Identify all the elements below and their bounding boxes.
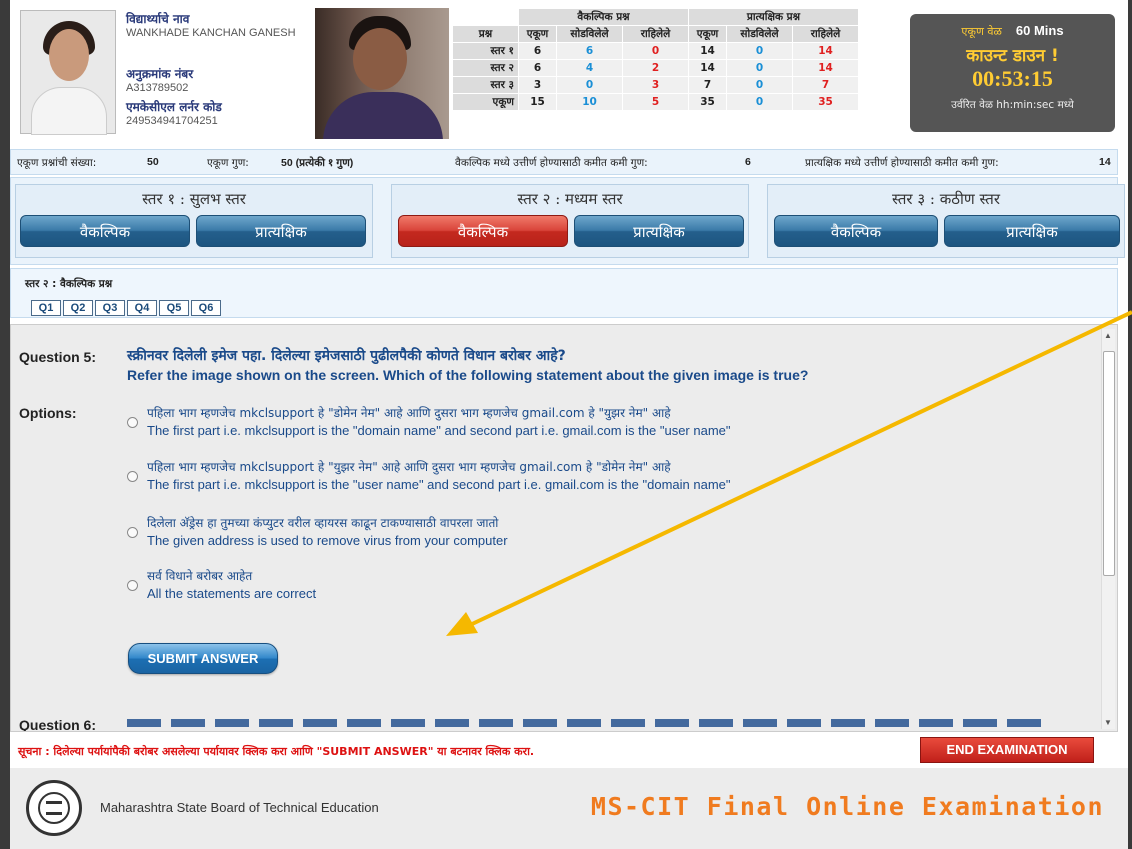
total-time-label: एकूण वेळ — [961, 25, 1002, 38]
webcam-feed — [315, 8, 449, 139]
time-format-note: उर्वरित वेळ hh:min:sec मध्ये — [951, 99, 1074, 111]
scroll-up-icon[interactable]: ▲ — [1104, 331, 1112, 340]
question-button-4[interactable]: Q4 — [127, 300, 157, 316]
options-label: Options: — [19, 405, 77, 421]
student-name: WANKHADE KANCHAN GANESH — [126, 27, 296, 39]
level-1-practical-button[interactable]: प्रात्यक्षिक — [196, 215, 366, 247]
question-navigator: स्तर २ : वैकल्पिक प्रश्न Q1 Q2 Q3 Q4 Q5 Q6 — [10, 268, 1118, 318]
question-button-3[interactable]: Q3 — [95, 300, 125, 316]
total-marks-label: एकूण गुण: — [207, 157, 249, 169]
level-1-panel: स्तर १ : सुलभ स्तर वैकल्पिक प्रात्यक्षिक — [15, 184, 373, 258]
time-remaining: 00:53:15 — [972, 66, 1053, 91]
instruction-bar: सूचना : दिलेल्या पर्यायांपैकी बरोबर असले… — [10, 735, 1118, 765]
level-1-title: स्तर १ : सुलभ स्तर — [142, 190, 246, 208]
level-2-panel: स्तर २ : मध्यम स्तर वैकल्पिक प्रात्यक्षि… — [391, 184, 749, 258]
practical-pass-marks: 14 — [1099, 156, 1111, 168]
level-3-mcq-button[interactable]: वैकल्पिक — [774, 215, 938, 247]
question-button-1[interactable]: Q1 — [31, 300, 61, 316]
mcq-pass-label: वैकल्पिक मध्ये उत्तीर्ण होण्यासाठी कमीत … — [455, 157, 648, 169]
name-label: विद्यार्थ्याचे नाव — [126, 12, 190, 26]
practical-pass-label: प्रात्यक्षिक मध्ये उत्तीर्ण होण्यासाठी क… — [805, 157, 999, 169]
countdown-timer: एकूण वेळ 60 Mins काउन्ट डाउन ! 00:53:15 उ… — [910, 14, 1115, 132]
question-text-english: Refer the image shown on the screen. Whi… — [127, 367, 809, 383]
level-selector: स्तर १ : सुलभ स्तर वैकल्पिक प्रात्यक्षिक… — [10, 177, 1125, 265]
question-number: Question 5: — [19, 349, 97, 365]
msbte-logo — [26, 780, 82, 836]
question-panel[interactable]: Question 5: स्क्रीनवर दिलेली इमेज पहा. द… — [10, 324, 1118, 732]
option-3[interactable]: दिलेला अ‍ॅड्रेस हा तुमच्या कंप्युटर वरील… — [127, 515, 1027, 549]
level-2-title: स्तर २ : मध्यम स्तर — [517, 190, 623, 208]
student-info: विद्यार्थ्याचे नाव WANKHADE KANCHAN GANE… — [126, 10, 316, 127]
end-examination-button[interactable]: END EXAMINATION — [920, 737, 1094, 763]
stats-row: स्तर २ 6 4 2 14 0 14 — [452, 59, 859, 77]
total-time: 60 Mins — [1015, 23, 1064, 38]
question-text-marathi: स्क्रीनवर दिलेली इमेज पहा. दिलेल्या इमेज… — [127, 348, 566, 364]
level-3-title: स्तर ३ : कठीण स्तर — [892, 190, 1000, 208]
option-1-radio[interactable] — [127, 417, 138, 428]
next-question-label: Question 6: — [19, 717, 97, 732]
code-label: एमकेसीएल लर्नर कोड — [126, 100, 222, 114]
question-nav-caption: स्तर २ : वैकल्पिक प्रश्न — [25, 278, 113, 290]
exam-window: विद्यार्थ्याचे नाव WANKHADE KANCHAN GANE… — [10, 0, 1128, 849]
learner-code: 249534941704251 — [126, 115, 218, 127]
question-button-5[interactable]: Q5 — [159, 300, 189, 316]
stats-col-q: प्रश्न — [452, 25, 519, 43]
exam-brand-title: MS-CIT Final Online Examination — [590, 792, 1104, 821]
option-2-radio[interactable] — [127, 471, 138, 482]
scroll-thumb[interactable] — [1103, 351, 1115, 576]
stats-total-row: एकूण 15 10 5 35 0 35 — [452, 93, 859, 111]
question-text: स्क्रीनवर दिलेली इमेज पहा. दिलेल्या इमेज… — [127, 347, 1087, 385]
total-marks: 50 (प्रत्येकी १ गुण) — [281, 157, 354, 169]
instruction-text: सूचना : दिलेल्या पर्यायांपैकी बरोबर असले… — [18, 745, 535, 758]
level-3-panel: स्तर ३ : कठीण स्तर वैकल्पिक प्रात्यक्षिक — [767, 184, 1125, 258]
scroll-down-icon[interactable]: ▼ — [1104, 718, 1112, 727]
next-question-text-clipped — [127, 719, 1047, 727]
total-questions: 50 — [147, 156, 159, 168]
submit-answer-button[interactable]: SUBMIT ANSWER — [128, 643, 278, 674]
exam-summary-bar: एकूण प्रश्नांची संख्या: 50 एकूण गुण: 50 … — [10, 149, 1118, 175]
header: विद्यार्थ्याचे नाव WANKHADE KANCHAN GANE… — [10, 0, 1128, 145]
option-3-radio[interactable] — [127, 527, 138, 538]
level-2-mcq-button[interactable]: वैकल्पिक — [398, 215, 568, 247]
stats-group-practical: प्रात्यक्षिक प्रश्न — [688, 8, 859, 26]
roll-number: A313789502 — [126, 82, 189, 94]
level-3-practical-button[interactable]: प्रात्यक्षिक — [944, 215, 1120, 247]
question-stats-table: वैकल्पिक प्रश्न प्रात्यक्षिक प्रश्न प्रश… — [452, 8, 859, 111]
option-4-radio[interactable] — [127, 580, 138, 591]
roll-label: अनुक्रमांक नंबर — [126, 67, 194, 81]
board-name: Maharashtra State Board of Technical Edu… — [100, 800, 379, 815]
student-photo — [20, 10, 116, 135]
footer: Maharashtra State Board of Technical Edu… — [10, 768, 1128, 849]
countdown-label: काउन्ट डाउन ! — [966, 46, 1059, 66]
level-2-practical-button[interactable]: प्रात्यक्षिक — [574, 215, 744, 247]
total-questions-label: एकूण प्रश्नांची संख्या: — [17, 157, 97, 169]
question-scrollbar[interactable]: ▲ ▼ — [1101, 329, 1115, 729]
option-1[interactable]: पहिला भाग म्हणजेच mkclsupport हे "डोमेन … — [127, 405, 1027, 439]
question-button-2[interactable]: Q2 — [63, 300, 93, 316]
stats-row: स्तर १ 6 6 0 14 0 14 — [452, 42, 859, 60]
option-4[interactable]: सर्व विधाने बरोबर आहेत All the statement… — [127, 568, 1027, 602]
mcq-pass-marks: 6 — [745, 156, 751, 168]
option-2[interactable]: पहिला भाग म्हणजेच mkclsupport हे "युझर न… — [127, 459, 1027, 493]
level-1-mcq-button[interactable]: वैकल्पिक — [20, 215, 190, 247]
stats-row: स्तर ३ 3 0 3 7 0 7 — [452, 76, 859, 94]
question-button-6[interactable]: Q6 — [191, 300, 221, 316]
stats-group-mcq: वैकल्पिक प्रश्न — [518, 8, 689, 26]
